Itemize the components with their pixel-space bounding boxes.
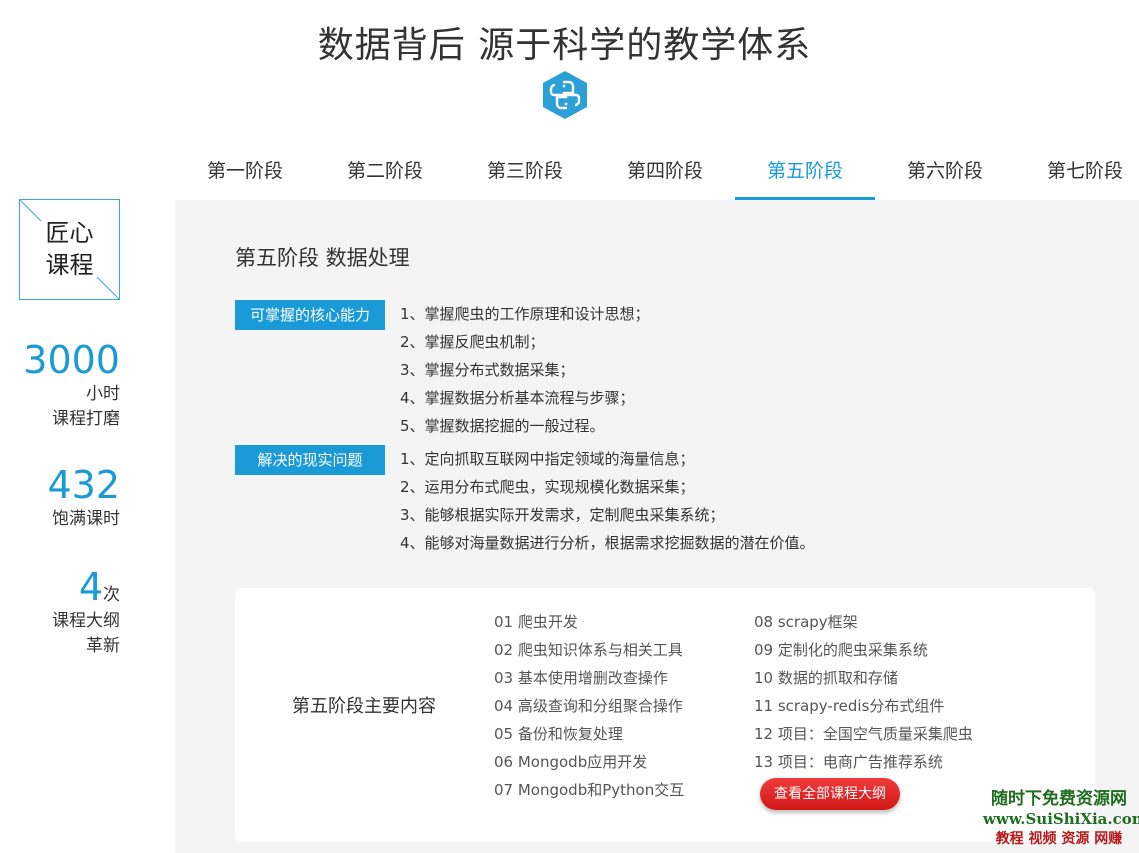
course-item: 01 爬虫开发 <box>494 613 578 631</box>
watermark-line1: 随时下免费资源网 <box>991 789 1127 809</box>
list-item: 4、能够对海量数据进行分析，根据需求挖掘数据的潜在价值。 <box>400 534 815 552</box>
course-item: 12 项目：全国空气质量采集爬虫 <box>754 725 973 743</box>
stat-unit: 次 <box>103 585 120 605</box>
content-card: 第五阶段主要内容 01 爬虫开发 02 爬虫知识体系与相关工具 03 基本使用增… <box>235 588 1095 842</box>
stat-label: 课程大纲 <box>52 611 120 631</box>
stage-title: 第五阶段 数据处理 <box>235 246 410 270</box>
list-item: 3、能够根据实际开发需求，定制爬虫采集系统； <box>400 506 725 524</box>
stat-revisions: 4次 课程大纲 革新 <box>20 565 120 659</box>
corner-decoration-icon <box>96 276 120 300</box>
content-label: 第五阶段主要内容 <box>292 696 436 717</box>
content-column-1: 01 爬虫开发 02 爬虫知识体系与相关工具 03 基本使用增删改查操作 04 … <box>494 608 684 804</box>
list-item: 3、掌握分布式数据采集； <box>400 361 575 379</box>
corner-decoration-icon <box>19 199 42 222</box>
tab-stage-1[interactable]: 第一阶段 <box>175 148 315 200</box>
stat-number: 3000 <box>23 338 120 382</box>
course-item: 10 数据的抓取和存储 <box>754 669 898 687</box>
content-column-2: 08 scrapy框架 09 定制化的爬虫采集系统 10 数据的抓取和存储 11… <box>754 608 973 776</box>
tab-stage-3[interactable]: 第三阶段 <box>455 148 595 200</box>
stage-panel: 第五阶段 数据处理 可掌握的核心能力 1、掌握爬虫的工作原理和设计思想； 2、掌… <box>175 200 1139 853</box>
python-icon <box>541 70 589 120</box>
stage-tabs: 第一阶段 第二阶段 第三阶段 第四阶段 第五阶段 第六阶段 第七阶段 <box>175 148 1139 200</box>
ability-list: 1、掌握爬虫的工作原理和设计思想； 2、掌握反爬虫机制； 3、掌握分布式数据采集… <box>400 300 650 440</box>
list-item: 2、掌握反爬虫机制； <box>400 333 545 351</box>
list-item: 1、掌握爬虫的工作原理和设计思想； <box>400 305 650 323</box>
course-item: 02 爬虫知识体系与相关工具 <box>494 641 683 659</box>
tab-stage-5[interactable]: 第五阶段 <box>735 148 875 200</box>
list-item: 5、掌握数据挖掘的一般过程。 <box>400 417 605 435</box>
list-item: 4、掌握数据分析基本流程与步骤； <box>400 389 635 407</box>
stat-hours: 3000 小时 课程打磨 <box>20 338 120 432</box>
stat-label: 饱满课时 <box>52 509 120 529</box>
course-item: 06 Mongodb应用开发 <box>494 753 648 771</box>
view-syllabus-button[interactable]: 查看全部课程大纲 <box>760 778 900 810</box>
course-item: 05 备份和恢复处理 <box>494 725 623 743</box>
course-item: 09 定制化的爬虫采集系统 <box>754 641 928 659</box>
stat-label: 小时 <box>86 384 120 404</box>
course-item: 08 scrapy框架 <box>754 613 858 631</box>
course-item: 03 基本使用增删改查操作 <box>494 669 668 687</box>
problem-tag: 解决的现实问题 <box>235 445 385 475</box>
craft-badge: 匠心 课程 <box>19 199 120 300</box>
tab-stage-2[interactable]: 第二阶段 <box>315 148 455 200</box>
stat-number: 4 <box>78 565 103 609</box>
watermark-line2: www.SuiShiXia.com <box>983 810 1139 828</box>
stat-label: 课程打磨 <box>52 409 120 429</box>
page-title: 数据背后 源于科学的教学体系 <box>317 25 812 66</box>
list-item: 2、运用分布式爬虫，实现规模化数据采集； <box>400 478 695 496</box>
tab-stage-4[interactable]: 第四阶段 <box>595 148 735 200</box>
tab-stage-7[interactable]: 第七阶段 <box>1015 148 1139 200</box>
course-item: 13 项目：电商广告推荐系统 <box>754 753 943 771</box>
course-item: 07 Mongodb和Python交互 <box>494 781 685 799</box>
course-item: 04 高级查询和分组聚合操作 <box>494 697 683 715</box>
tab-stage-6[interactable]: 第六阶段 <box>875 148 1015 200</box>
ability-tag: 可掌握的核心能力 <box>235 300 385 330</box>
course-item: 11 scrapy-redis分布式组件 <box>754 697 945 715</box>
watermark-line3: 教程 视频 资源 网赚 <box>995 831 1123 847</box>
stat-number: 432 <box>47 463 120 507</box>
problem-list: 1、定向抓取互联网中指定领域的海量信息； 2、运用分布式爬虫，实现规模化数据采集… <box>400 445 815 557</box>
stat-lessons: 432 饱满课时 <box>20 463 120 532</box>
list-item: 1、定向抓取互联网中指定领域的海量信息； <box>400 450 695 468</box>
stat-label: 革新 <box>86 636 120 656</box>
watermark: 随时下免费资源网 www.SuiShiXia.com 教程 视频 资源 网赚 <box>983 789 1139 849</box>
